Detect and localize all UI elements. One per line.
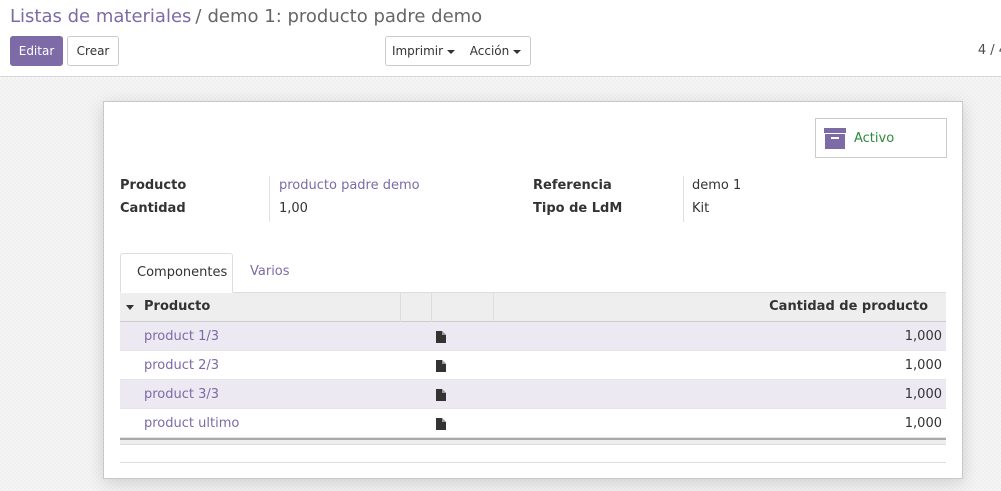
form-view-background: Activo Producto producto padre demo Cant…: [0, 78, 1001, 491]
tab-misc[interactable]: Varios: [234, 253, 306, 293]
product-field-label: Producto: [120, 178, 187, 193]
document-icon[interactable]: [436, 360, 446, 372]
column-separator: [400, 293, 401, 322]
product-field-value[interactable]: producto padre demo: [279, 178, 420, 193]
breadcrumb: Listas de materiales / demo 1: producto pa…: [10, 6, 482, 27]
print-dropdown-label: Imprimir: [391, 44, 444, 58]
action-dropdown[interactable]: Acción: [461, 36, 531, 66]
active-toggle-button[interactable]: Activo: [815, 118, 947, 158]
column-header-product[interactable]: Producto: [144, 293, 210, 322]
action-dropdown-label: Acción: [469, 44, 510, 58]
components-table: Producto Cantidad de producto product 1/…: [120, 293, 946, 445]
column-header-quantity[interactable]: Cantidad de producto: [769, 293, 928, 322]
row-product-link[interactable]: product 2/3: [144, 351, 219, 380]
column-separator: [431, 293, 432, 322]
breadcrumb-current: demo 1: producto padre demo: [207, 6, 483, 27]
form-sheet: Activo Producto producto padre demo Cant…: [103, 101, 963, 479]
column-separator: [493, 293, 494, 322]
bom-type-field-label: Tipo de LdM: [533, 201, 623, 216]
bom-type-field-value: Kit: [692, 201, 710, 216]
field-separator: [683, 198, 684, 222]
document-icon[interactable]: [436, 331, 446, 343]
row-quantity: 1,000: [904, 416, 942, 431]
document-icon[interactable]: [436, 389, 446, 401]
field-separator: [269, 198, 270, 222]
document-icon[interactable]: [436, 418, 446, 430]
table-footer: [120, 438, 946, 445]
row-product-link[interactable]: product ultimo: [144, 409, 239, 438]
quantity-field-label: Cantidad: [120, 201, 186, 216]
table-header: Producto Cantidad de producto: [120, 293, 946, 322]
table-row[interactable]: product ultimo 1,000: [120, 409, 946, 438]
print-dropdown[interactable]: Imprimir: [385, 36, 462, 66]
field-separator: [269, 176, 270, 198]
tab-components[interactable]: Componentes: [120, 253, 233, 293]
sort-caret-icon[interactable]: [126, 305, 134, 310]
quantity-field-value: 1,00: [279, 201, 308, 216]
breadcrumb-separator: /: [195, 6, 202, 27]
table-row[interactable]: product 3/3 1,000: [120, 380, 946, 409]
breadcrumb-parent-link[interactable]: Listas de materiales: [10, 6, 191, 27]
archive-icon: [824, 128, 846, 149]
row-product-link[interactable]: product 3/3: [144, 380, 219, 409]
create-button[interactable]: Crear: [67, 36, 119, 66]
notebook-tabs: Componentes Varios: [120, 253, 946, 293]
pager-value[interactable]: 4 / 4: [978, 43, 1001, 58]
row-quantity: 1,000: [904, 358, 942, 373]
edit-button[interactable]: Editar: [10, 36, 63, 66]
table-row[interactable]: product 2/3 1,000: [120, 351, 946, 380]
control-panel: Listas de materiales / demo 1: producto pa…: [0, 0, 1001, 77]
row-product-link[interactable]: product 1/3: [144, 322, 219, 351]
reference-field-label: Referencia: [533, 178, 612, 193]
reference-field-value: demo 1: [692, 178, 742, 193]
caret-down-icon: [447, 49, 456, 54]
row-quantity: 1,000: [904, 387, 942, 402]
caret-down-icon: [513, 49, 522, 54]
table-row[interactable]: product 1/3 1,000: [120, 322, 946, 351]
field-separator: [683, 176, 684, 198]
divider: [120, 462, 946, 463]
active-label: Activo: [854, 131, 895, 146]
row-quantity: 1,000: [904, 329, 942, 344]
